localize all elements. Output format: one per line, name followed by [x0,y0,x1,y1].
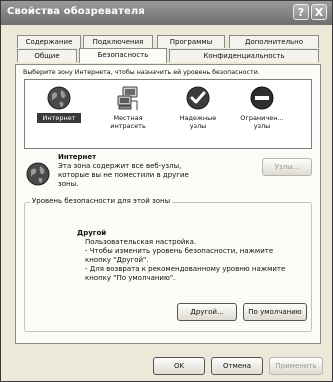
zone-globe-icon [26,162,50,186]
zone-item-restricted-sites[interactable]: Ограничен... узлы [237,86,287,142]
tab-connections[interactable]: Подключения [83,35,153,48]
security-level-desc-line-1: Пользовательская настройка. [85,238,197,246]
zone-description-line-2: которые вы не поместили в другие [58,171,189,179]
security-level-title: Другой [77,229,107,237]
zone-item-local-intranet[interactable]: Местная интрасеть [103,86,153,142]
ok-button[interactable]: OK [153,357,205,375]
zone-label-trusted-sites: Надежные узлы [175,114,221,130]
zone-label-internet: Интернет [37,113,81,123]
tab-privacy[interactable]: Конфиденциальность [169,49,319,62]
zone-label-local-intranet-text: Местная интрасеть [110,114,146,130]
window-title: Свойства обозревателя [7,6,145,17]
default-level-button[interactable]: По умолчанию [243,303,307,321]
help-button[interactable]: ? [293,4,309,20]
tab-security[interactable]: Безопасность [79,48,167,63]
security-level-desc-line-5: кнопку "По умолчанию". [85,274,176,282]
zone-label-restricted-sites-text: Ограничен... узлы [240,114,284,130]
zone-item-trusted-sites[interactable]: Надежные узлы [175,86,221,142]
zone-title: Интернет [58,153,97,161]
zone-label-restricted-sites: Ограничен... узлы [237,114,287,130]
apply-button[interactable]: Применить [269,357,323,375]
cancel-button[interactable]: Отмена [211,357,263,375]
security-level-group: Уровень безопасности для этой зоны Друго… [24,197,312,332]
checkmark-icon [186,86,210,110]
zone-prompt: Выберите зону Интернета, чтобы назначить… [23,69,260,76]
tab-programs[interactable]: Программы [157,35,225,48]
intranet-computer-icon [117,86,138,110]
title-bar[interactable]: Свойства обозревателя ? X [1,1,332,25]
internet-options-dialog: Свойства обозревателя ? X Содержание Под… [0,0,333,382]
security-level-group-title: Уровень безопасности для этой зоны [30,197,173,205]
security-level-desc-line-3: кнопку "Другой". [85,256,149,264]
security-panel: Выберите зону Интернета, чтобы назначить… [15,64,321,344]
zone-label-local-intranet: Местная интрасеть [103,114,153,130]
security-level-desc-line-2: - Чтобы изменить уровень безопасности, н… [85,247,274,255]
close-button[interactable]: X [311,4,327,20]
tab-content[interactable]: Содержание [17,35,81,48]
zone-description-line-1: Эта зона содержит все веб-узлы, [58,162,182,170]
zone-list[interactable]: Интернет Местная интрасеть Надежные узлы… [24,79,312,149]
zone-label-trusted-sites-text: Надежные узлы [179,114,217,130]
tab-advanced[interactable]: Дополнительно [229,35,319,48]
zone-item-internet[interactable]: Интернет [37,86,81,142]
sites-button[interactable]: Узлы... [262,158,312,176]
restricted-icon [250,86,274,110]
tab-general[interactable]: Общие [17,49,77,62]
custom-level-button[interactable]: Другой... [177,303,237,321]
zone-description-line-3: зоны. [58,180,79,188]
globe-icon [47,86,71,110]
security-level-desc-line-4: - Для возврата к рекомендованному уровню… [85,265,286,273]
